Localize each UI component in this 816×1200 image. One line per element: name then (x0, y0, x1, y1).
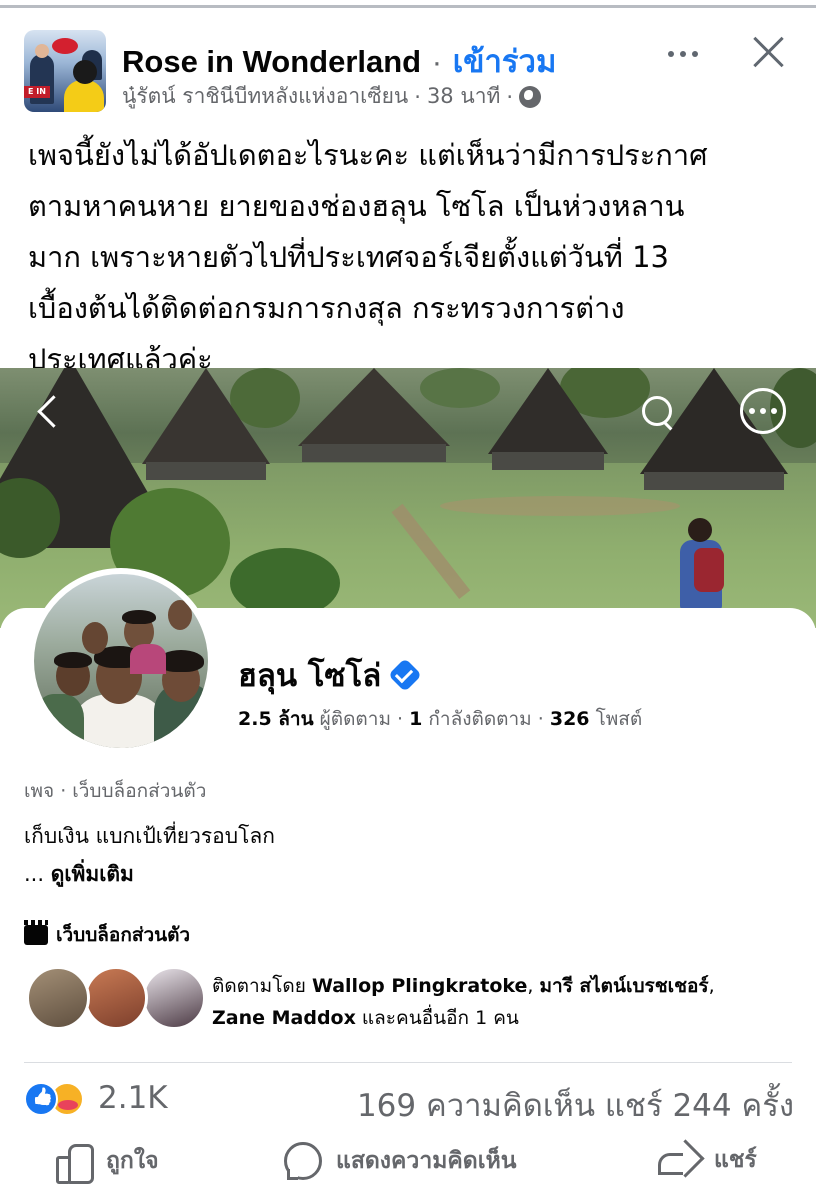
meta-separator-2: · (506, 84, 514, 109)
see-more-row: ... ดูเพิ่มเติม (24, 858, 134, 891)
more-options-circle-icon[interactable] (740, 388, 786, 434)
followed-by-prefix: ติดตามโดย (212, 975, 306, 997)
following-count: 1 (409, 708, 423, 730)
blog-label: เว็บบล็อกส่วนตัว (56, 924, 191, 946)
title-separator: · (431, 44, 443, 79)
author-name[interactable]: นู๋รัตน์ ราชินีบีทหลังแห่งอาเซียน (122, 80, 408, 113)
more-options-icon[interactable] (668, 44, 704, 64)
reactions-bar: 2.1K 169 ความคิดเห็น แชร์ 244 ครั้ง (24, 1080, 794, 1124)
followers-label: ผู้ติดตาม (319, 708, 391, 730)
follower-name[interactable]: Wallop Plingkratoke (312, 975, 527, 997)
profile-bio: เก็บเงิน แบกเป้เที่ยวรอบโลก (24, 824, 275, 848)
blog-category-row: เว็บบล็อกส่วนตัว (24, 920, 190, 950)
followed-by-text: ติดตามโดย Wallop Plingkratoke, มารี สไตน… (212, 975, 715, 1029)
globe-icon (519, 85, 542, 108)
posts-label: โพสต์ (595, 708, 643, 730)
followed-by-suffix: และคนอื่นอีก 1 คน (361, 1007, 519, 1029)
search-icon[interactable] (640, 394, 676, 430)
meta-separator-1: · (414, 84, 421, 109)
post-text-line: ตามหาคนหาย ยายของช่องฮลุน โซโล เป็นห่วงห… (28, 189, 685, 223)
following-label: กำลังติดตาม (428, 708, 532, 730)
see-more-ellipsis: ... (24, 862, 45, 886)
join-button[interactable]: เข้าร่วม (453, 44, 557, 79)
clapperboard-icon (24, 920, 48, 945)
share-count[interactable]: แชร์ 244 ครั้ง (605, 1088, 794, 1124)
post-text: เพจนี้ยังไม่ได้อัปเดตอะไรนะคะ แต่เห็นว่า… (28, 130, 798, 385)
like-button[interactable]: ถูกใจ (54, 1142, 159, 1184)
post-meta: นู๋รัตน์ ราชินีบีทหลังแห่งอาเซียน · 38 น… (122, 80, 542, 113)
comment-bubble-icon (284, 1142, 322, 1180)
top-divider (0, 0, 816, 10)
reactions-divider (24, 1062, 792, 1063)
followed-by: ติดตามโดย Wallop Plingkratoke, มารี สไตน… (26, 966, 806, 1036)
back-icon[interactable] (34, 394, 62, 430)
post-text-line: เพจนี้ยังไม่ได้อัปเดตอะไรนะคะ แต่เห็นว่า… (28, 138, 708, 172)
posts-count: 326 (549, 708, 590, 730)
profile-name-row: ฮลุน โซโล่ (238, 650, 419, 700)
thumbs-up-icon (54, 1142, 94, 1184)
stats-separator-1: · (397, 708, 404, 730)
see-more-link[interactable]: ดูเพิ่มเติม (51, 862, 134, 886)
comment-button[interactable]: แสดงความคิดเห็น (284, 1142, 516, 1180)
comment-label: แสดงความคิดเห็น (336, 1148, 517, 1174)
page-name-link[interactable]: Rose in Wonderland (122, 44, 421, 79)
verified-badge-icon (391, 661, 419, 689)
profile-name: ฮลุน โซโล่ (238, 658, 382, 694)
follower-avatar[interactable] (142, 966, 206, 1030)
share-arrow-icon (658, 1143, 700, 1177)
post-text-line: เบื้องต้นได้ติดต่อกรมการกงสุล กระทรวงการ… (28, 291, 625, 325)
share-label: แชร์ (714, 1147, 757, 1173)
reaction-count[interactable]: 2.1K (98, 1080, 168, 1116)
close-icon[interactable] (750, 34, 786, 70)
like-label: ถูกใจ (106, 1148, 159, 1174)
follower-name[interactable]: Zane Maddox (212, 1007, 356, 1029)
stats-separator-2: · (537, 708, 544, 730)
page-avatar[interactable]: E IN (24, 30, 106, 112)
comment-count[interactable]: 169 ความคิดเห็น (357, 1088, 595, 1124)
share-button[interactable]: แชร์ (658, 1142, 757, 1178)
comments-shares-summary: 169 ความคิดเห็น แชร์ 244 ครั้ง (357, 1080, 794, 1130)
action-bar: ถูกใจ แสดงความคิดเห็น แชร์ (0, 1136, 816, 1196)
post-header: E IN Rose in Wonderland · เข้าร่วม นู๋รั… (22, 28, 802, 112)
follower-avatar[interactable] (84, 966, 148, 1030)
profile-stats: 2.5 ล้าน ผู้ติดตาม · 1 กำลังติดตาม · 326… (238, 704, 642, 734)
post-title-row: Rose in Wonderland · เข้าร่วม (122, 36, 556, 86)
follower-name[interactable]: มารี สไตน์เบรชเชอร์ (539, 975, 708, 997)
post-time[interactable]: 38 นาที (427, 80, 500, 113)
profile-category: เพจ · เว็บบล็อกส่วนตัว (24, 780, 207, 802)
profile-picture[interactable] (28, 568, 214, 754)
follower-avatar[interactable] (26, 966, 90, 1030)
shared-image[interactable]: ฮลุน โซโล่ 2.5 ล้าน ผู้ติดตาม · 1 กำลังต… (0, 368, 816, 1064)
like-reaction-icon[interactable] (24, 1082, 58, 1116)
post-text-line: มาก เพราะหายตัวไปที่ประเทศจอร์เจียตั้งแต… (28, 240, 670, 274)
followers-count: 2.5 ล้าน (238, 708, 314, 730)
